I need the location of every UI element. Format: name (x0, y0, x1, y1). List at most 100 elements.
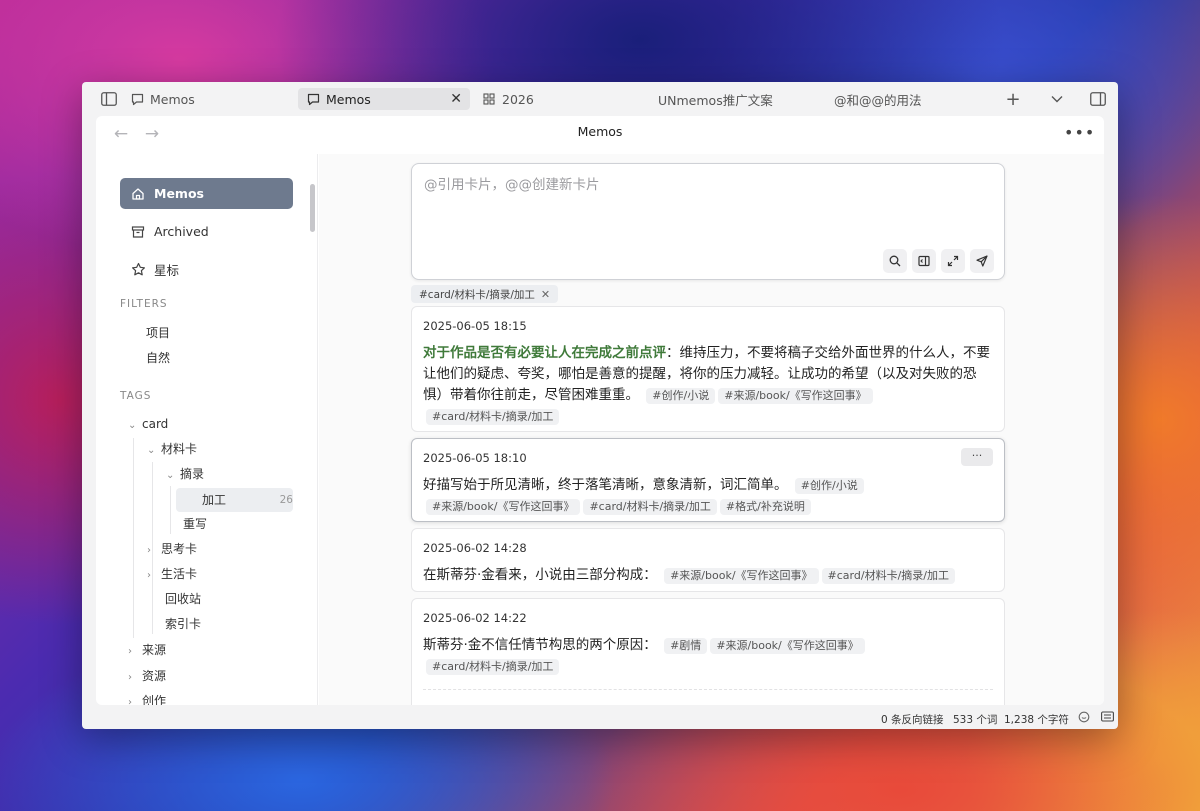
tag-tree-item[interactable]: › 思考卡 (147, 537, 197, 561)
filters-heading: FILTERS (120, 298, 168, 310)
tag-tree-item-selected[interactable]: 加工 26 (202, 488, 293, 512)
filter-item[interactable]: 自然 (146, 349, 170, 366)
status-bar: 0 条反向链接 533 个词 1,238 个字符 (82, 707, 1118, 729)
chevron-right-icon[interactable]: › (128, 666, 142, 690)
tag-tree-item[interactable]: › 创作 (128, 689, 166, 705)
tab-memos-active[interactable]: Memos ✕ (298, 88, 470, 110)
tag-tree-item[interactable]: › 生活卡 (147, 562, 197, 586)
memo-divider (423, 689, 993, 690)
send-icon[interactable] (970, 249, 994, 273)
chevron-down-icon[interactable]: ⌄ (128, 414, 142, 438)
word-count: 533 个词 (953, 714, 998, 726)
memo-content: 对于作品是否有必要让人在完成之前点评：维持压力，不要将稿子交给外面世界的什么人，… (423, 343, 993, 427)
grid-icon (482, 92, 496, 106)
editor-placeholder[interactable]: @引用卡片，@@创建新卡片 (424, 173, 600, 193)
tag-tree-item-card[interactable]: ⌄ card (128, 412, 168, 436)
memo-date: 2025-06-02 14:28 (423, 541, 527, 555)
chevron-right-icon[interactable]: › (128, 691, 142, 705)
tag-label: 摘录 (180, 467, 205, 481)
memo-date: 2025-06-05 18:10 (423, 451, 527, 465)
tag-chip[interactable]: #card/材料卡/摘录/加工 (426, 659, 560, 675)
sidebar-item-starred[interactable]: 星标 (120, 254, 293, 285)
tree-guide-line (133, 438, 134, 638)
view-header: ← → Memos ••• (96, 116, 1104, 154)
tab-label: 2026 (502, 91, 534, 107)
memo-text: 好描写始于所见清晰，终于落笔清晰，意象清新，词汇简单。 (423, 477, 788, 493)
tab-bar: Memos Memos ✕ 2026 UNmemos推广文案 @和@@的用法 + (82, 82, 1118, 116)
memo-list-area: @引用卡片，@@创建新卡片 #card/材料卡/摘录/加工 ✕ 2025-06-… (319, 154, 1104, 705)
char-count: 1,238 个字符 (1004, 714, 1069, 726)
memo-card[interactable]: 2025-06-05 18:10 ··· 好描写始于所见清晰，终于落笔清晰，意象… (411, 438, 1005, 522)
memos-sidebar: Memos Archived 星标 FILTERS 项目 自然 TAGS ⌄ ca… (96, 154, 318, 705)
sidebar-item-memos[interactable]: Memos (120, 178, 293, 209)
tree-guide-line (170, 486, 171, 534)
chevron-down-icon[interactable] (1048, 90, 1066, 108)
tag-label: 资源 (142, 669, 167, 683)
tag-chip[interactable]: #剧情 (664, 638, 708, 654)
chevron-down-icon[interactable]: ⌄ (147, 439, 161, 463)
memo-editor[interactable]: @引用卡片，@@创建新卡片 (411, 163, 1005, 280)
new-tab-icon[interactable]: + (1004, 89, 1022, 110)
chevron-down-icon[interactable]: ⌄ (166, 464, 180, 488)
memo-card[interactable]: 2025-06-02 14:28 在斯蒂芬·金看来，小说由三部分构成： #来源/… (411, 528, 1005, 592)
close-tab-icon[interactable]: ✕ (450, 91, 462, 107)
filter-item[interactable]: 项目 (146, 324, 170, 341)
tag-chip[interactable]: #来源/book/《写作这回事》 (718, 388, 873, 404)
tag-tree-item[interactable]: 索引卡 (165, 612, 201, 636)
tag-tree-item[interactable]: › 资源 (128, 664, 166, 688)
tag-chip[interactable]: #来源/book/《写作这回事》 (664, 568, 819, 584)
memo-content: 好描写始于所见清晰，终于落笔清晰，意象清新，词汇简单。 #创作/小说 #来源/bo… (423, 475, 993, 517)
tag-tree-item[interactable]: 重写 (183, 512, 207, 536)
chevron-right-icon[interactable]: › (147, 539, 161, 563)
tab-label: @和@@的用法 (834, 92, 922, 108)
tag-count: 26 (279, 494, 293, 506)
memo-more-button[interactable]: ··· (961, 448, 993, 466)
tag-chip[interactable]: #格式/补充说明 (719, 499, 811, 515)
expand-icon[interactable] (941, 249, 965, 273)
sidebar-scrollbar[interactable] (310, 184, 315, 232)
memo-highlight: 对于作品是否有必要让人在完成之前点评 (423, 345, 666, 361)
tag-tree-item[interactable]: 回收站 (165, 587, 201, 611)
tab-2026[interactable]: 2026 (482, 88, 632, 110)
sidebar-toggle-icon[interactable] (100, 90, 118, 108)
tag-label: 重写 (183, 517, 208, 531)
tag-chip[interactable]: #card/材料卡/摘录/加工 (426, 409, 560, 425)
sidebar-item-label: Archived (154, 224, 209, 239)
tag-label: 创作 (142, 694, 167, 705)
tag-chip[interactable]: #来源/book/《写作这回事》 (710, 638, 865, 654)
tag-chip[interactable]: #card/材料卡/摘录/加工 (821, 568, 955, 584)
memo-content: 斯蒂芬·金不信任情节构思的两个原因： #剧情 #来源/book/《写作这回事》 #c… (423, 635, 993, 677)
tab-unmemos[interactable]: UNmemos推广文案 (658, 88, 798, 110)
sidebar-panel-icon[interactable] (912, 249, 936, 273)
chevron-right-icon[interactable]: › (147, 564, 161, 588)
tag-tree-item[interactable]: › 来源 (128, 638, 166, 662)
backlinks-count[interactable]: 0 条反向链接 (881, 712, 944, 727)
memo-text: 斯蒂芬·金不信任情节构思的两个原因： (423, 637, 657, 653)
right-sidebar-toggle-icon[interactable] (1089, 90, 1107, 108)
memo-card[interactable]: 2025-06-02 14:22 斯蒂芬·金不信任情节构思的两个原因： #剧情 #… (411, 598, 1005, 705)
tag-label: 来源 (142, 643, 167, 657)
tab-memos[interactable]: Memos (130, 88, 290, 110)
active-tag-filter: #card/材料卡/摘录/加工 ✕ (411, 285, 559, 303)
more-options-icon[interactable]: ••• (1064, 122, 1094, 146)
tab-at-usage[interactable]: @和@@的用法 (834, 88, 974, 110)
tag-label: 生活卡 (161, 567, 198, 581)
tag-chip[interactable]: #创作/小说 (646, 388, 716, 404)
tag-tree-item[interactable]: ⌄ 材料卡 (147, 437, 197, 461)
memo-icon (306, 92, 320, 106)
tab-label: UNmemos推广文案 (658, 92, 773, 108)
tag-chip[interactable]: #创作/小说 (794, 478, 864, 494)
tags-heading: TAGS (120, 390, 152, 402)
keyboard-icon[interactable] (1101, 711, 1114, 725)
tag-label: 加工 (202, 493, 227, 507)
chevron-right-icon[interactable]: › (128, 640, 142, 664)
search-icon[interactable] (883, 249, 907, 273)
sidebar-item-archived[interactable]: Archived (120, 216, 293, 247)
tag-chip[interactable]: #card/材料卡/摘录/加工 (583, 499, 717, 515)
sync-status-icon[interactable] (1078, 711, 1090, 726)
close-icon[interactable]: ✕ (541, 288, 550, 301)
tag-tree-item[interactable]: ⌄ 摘录 (166, 462, 204, 486)
memo-card[interactable]: 2025-06-05 18:15 对于作品是否有必要让人在完成之前点评：维持压力… (411, 306, 1005, 432)
memo-text: 在斯蒂芬·金看来，小说由三部分构成： (423, 567, 657, 583)
tag-chip[interactable]: #来源/book/《写作这回事》 (426, 499, 581, 515)
